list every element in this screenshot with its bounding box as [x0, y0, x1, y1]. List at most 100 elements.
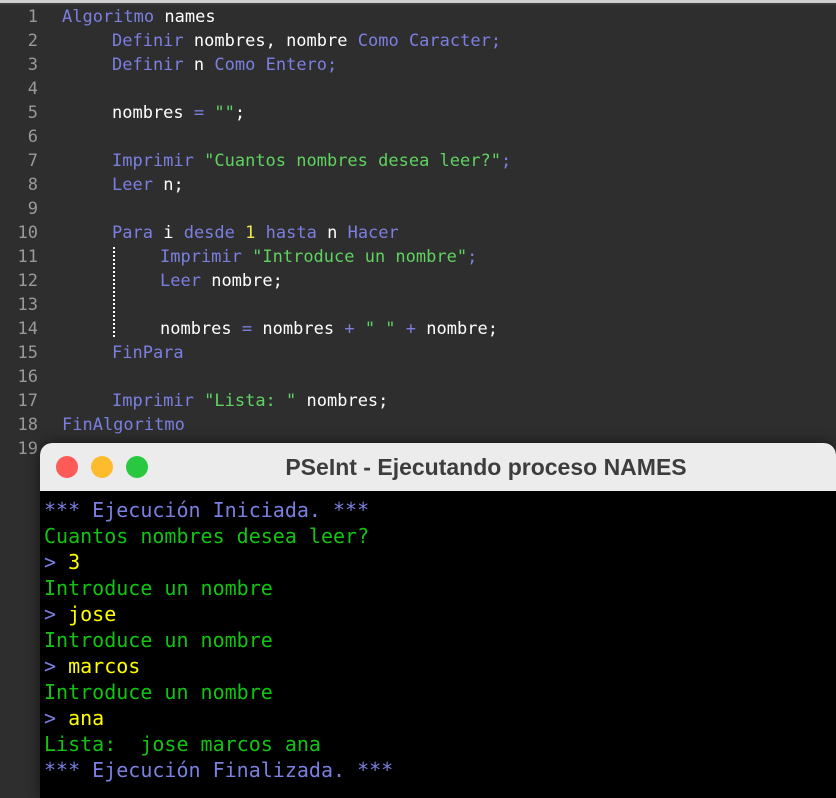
- console-prompt: >: [44, 602, 69, 626]
- line-number: 15: [17, 343, 38, 363]
- console-output-text: Cuantos nombres desea leer?: [44, 524, 370, 548]
- code-token: ;: [500, 151, 512, 171]
- code-token: Leer: [112, 175, 153, 195]
- code-token: Definir: [112, 55, 184, 75]
- code-line[interactable]: 6: [0, 125, 836, 149]
- console-user-input: ana: [68, 706, 105, 730]
- line-number: 14: [17, 319, 38, 339]
- console-titlebar[interactable]: PSeInt - Ejecutando proceso NAMES: [40, 443, 836, 491]
- code-token: "": [214, 103, 235, 123]
- console-prompt: >: [44, 654, 69, 678]
- code-token: ,: [265, 31, 276, 51]
- code-text: Imprimir "Cuantos nombres desea leer?";: [112, 149, 511, 173]
- code-token: Como: [357, 31, 399, 51]
- console-output-text: Lista: jose marcos ana: [44, 732, 321, 756]
- code-token: hasta: [265, 223, 317, 243]
- code-token: Entero: [265, 55, 328, 75]
- console-line: > marcos: [44, 653, 836, 679]
- code-text: nombres = nombres + " " + nombre;: [160, 317, 498, 341]
- code-line[interactable]: 15 FinPara: [0, 341, 836, 365]
- code-line[interactable]: 13: [0, 293, 836, 317]
- code-line[interactable]: 2 Definir nombres, nombre Como Caracter;: [0, 29, 836, 53]
- code-token: nombres: [262, 319, 335, 339]
- code-token: nombres: [193, 31, 266, 51]
- code-token: "Cuantos nombres desea leer?": [204, 151, 501, 171]
- code-line[interactable]: 14 nombres = nombres + " " + nombre;: [0, 317, 836, 341]
- code-line[interactable]: 8 Leer n;: [0, 173, 836, 197]
- console-output-text: Introduce un nombre: [44, 628, 273, 652]
- code-line[interactable]: 1 Algoritmo names: [0, 5, 836, 29]
- line-number: 16: [17, 367, 38, 387]
- line-number: 19: [17, 439, 38, 459]
- code-text: Algoritmo names: [62, 5, 216, 29]
- code-line[interactable]: 9: [0, 197, 836, 221]
- code-line[interactable]: 10 Para i desde 1 hasta n Hacer: [0, 221, 836, 245]
- code-token: nombre: [286, 31, 348, 51]
- code-token: FinPara: [112, 343, 184, 363]
- line-number: 2: [27, 31, 38, 51]
- code-line[interactable]: 4: [0, 77, 836, 101]
- line-number: 12: [17, 271, 38, 291]
- code-token: n: [327, 223, 338, 243]
- code-line[interactable]: 7 Imprimir "Cuantos nombres desea leer?";: [0, 149, 836, 173]
- code-token: ;: [487, 319, 498, 339]
- code-token: "Introduce un nombre": [252, 247, 468, 267]
- code-token: "Lista: ": [204, 391, 297, 411]
- line-number: 9: [27, 199, 38, 219]
- console-user-input: 3: [68, 550, 81, 574]
- line-number: 18: [17, 415, 38, 435]
- code-line[interactable]: 5 nombres = "";: [0, 101, 836, 125]
- code-token: +: [344, 319, 355, 339]
- code-text: Definir n Como Entero;: [112, 53, 337, 77]
- console-system-message: *** Ejecución Iniciada. ***: [44, 498, 370, 522]
- code-token: Imprimir: [112, 391, 194, 411]
- code-line[interactable]: 17 Imprimir "Lista: " nombres;: [0, 389, 836, 413]
- code-line[interactable]: 16: [0, 365, 836, 389]
- code-token: Algoritmo: [62, 7, 155, 27]
- code-token: 1: [245, 223, 256, 243]
- code-line[interactable]: 12 Leer nombre;: [0, 269, 836, 293]
- code-token: n: [193, 55, 205, 75]
- code-token: ;: [378, 391, 389, 411]
- code-text: nombres = "";: [112, 101, 245, 125]
- code-token: +: [405, 319, 417, 339]
- pseint-application-window: 1 Algoritmo names 2 Definir nombres, nombre…: [0, 0, 836, 798]
- line-number: 4: [27, 79, 38, 99]
- code-token: ;: [173, 175, 184, 195]
- code-token: names: [164, 7, 216, 27]
- code-text: Imprimir "Lista: " nombres;: [112, 389, 388, 413]
- console-prompt: >: [44, 706, 69, 730]
- code-token: nombres: [112, 103, 184, 123]
- execution-console-window[interactable]: PSeInt - Ejecutando proceso NAMES *** Ej…: [40, 443, 836, 798]
- code-token: ;: [272, 271, 283, 291]
- code-token: Caracter: [408, 31, 491, 51]
- code-token: ;: [234, 103, 246, 123]
- code-token: Definir: [112, 31, 184, 51]
- code-line[interactable]: 18 FinAlgoritmo: [0, 413, 836, 437]
- code-token: n: [163, 175, 174, 195]
- code-token: ;: [490, 31, 502, 51]
- line-number: 6: [27, 127, 38, 147]
- code-line[interactable]: 11 Imprimir "Introduce un nombre";: [0, 245, 836, 269]
- console-line: Cuantos nombres desea leer?: [44, 523, 836, 549]
- console-output-area[interactable]: *** Ejecución Iniciada. *** Cuantos nombr…: [40, 491, 836, 798]
- code-line[interactable]: 3 Definir n Como Entero;: [0, 53, 836, 77]
- code-token: =: [193, 103, 205, 123]
- console-output-text: Introduce un nombre: [44, 680, 273, 704]
- line-number: 3: [27, 55, 38, 75]
- console-window-title: PSeInt - Ejecutando proceso NAMES: [285, 454, 687, 480]
- code-token: nombres: [160, 319, 232, 339]
- code-token: ;: [327, 55, 338, 75]
- console-user-input: jose: [68, 602, 117, 626]
